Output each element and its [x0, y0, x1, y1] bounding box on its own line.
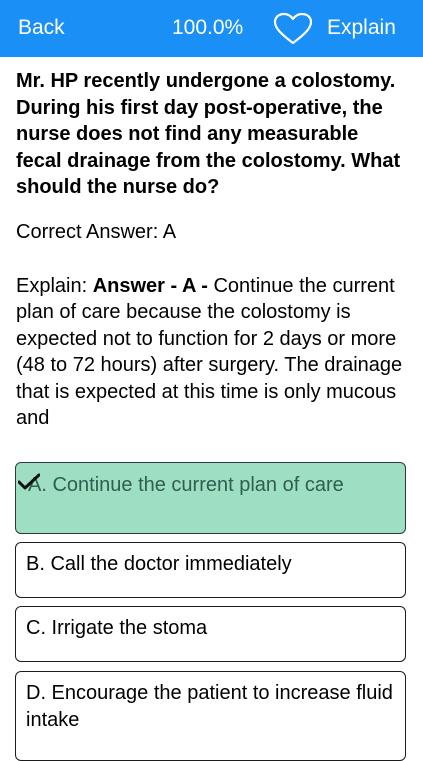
checkmark-icon	[18, 473, 40, 490]
explain-body: Continue the current plan of care becaus…	[16, 274, 403, 427]
option-label: D. Encourage the patient to increase flu…	[26, 682, 393, 731]
option-label: B. Call the doctor immediately	[26, 553, 292, 575]
question-text: Mr. HP recently undergone a colostomy. D…	[16, 70, 401, 198]
option-label: A. Continue the current plan of care	[28, 474, 344, 496]
explain-prefix: Explain:	[16, 274, 93, 297]
progress-percentage: 100.0%	[172, 16, 244, 39]
option-b[interactable]: B. Call the doctor immediately	[15, 542, 406, 598]
question-content-scroll[interactable]: Mr. HP recently undergone a colostomy. D…	[16, 68, 408, 426]
option-c[interactable]: C. Irrigate the stoma	[15, 606, 406, 662]
top-navigation-bar: Back 100.0% Explain	[0, 0, 423, 57]
correct-answer-line: Correct Answer: A	[16, 220, 177, 243]
explain-button[interactable]: Explain	[327, 16, 396, 40]
option-d[interactable]: D. Encourage the patient to increase flu…	[15, 671, 406, 761]
option-label: C. Irrigate the stoma	[26, 617, 208, 639]
back-button[interactable]: Back	[18, 16, 65, 40]
explanation-text: Explain: Answer - A - Continue the curre…	[16, 273, 408, 427]
heart-outline-icon[interactable]	[273, 12, 313, 46]
option-a-correct[interactable]: A. Continue the current plan of care	[15, 462, 406, 534]
explain-answer-bold: Answer - A -	[92, 274, 208, 297]
